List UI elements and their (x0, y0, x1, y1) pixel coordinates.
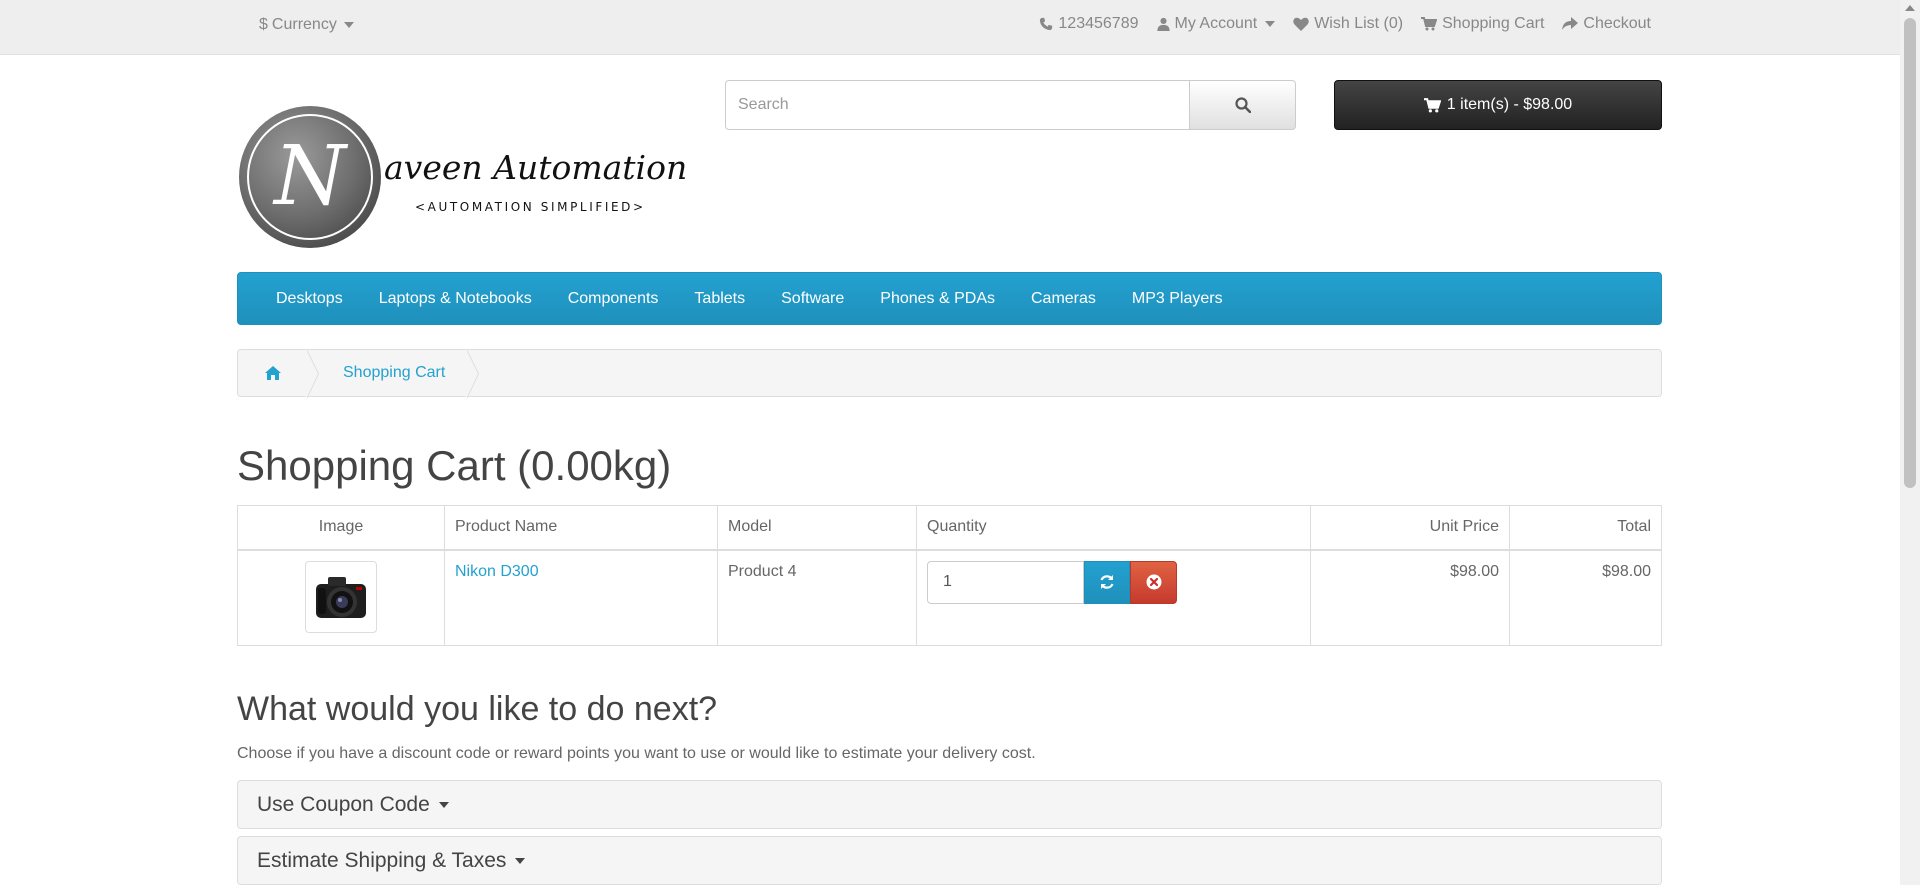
column-header-image: Image (237, 505, 445, 551)
coupon-panel-toggle[interactable]: Use Coupon Code (237, 780, 1662, 829)
menu-item-mp3-players[interactable]: MP3 Players (1114, 290, 1241, 308)
share-icon (1562, 17, 1579, 30)
phone-number: 123456789 (1058, 15, 1139, 32)
coupon-panel-label: Use Coupon Code (257, 792, 430, 816)
logo-tagline: <AUTOMATION SIMPLIFIED> (415, 200, 646, 214)
wishlist-link[interactable]: Wish List (0) (1293, 15, 1403, 33)
product-unit-price: $98.00 (1310, 549, 1510, 646)
chevron-down-icon (343, 22, 354, 28)
main-menu: Desktops Laptops & Notebooks Components … (237, 272, 1662, 325)
checkout-label: Checkout (1583, 15, 1651, 32)
menu-item-desktops[interactable]: Desktops (258, 290, 361, 308)
menu-item-software[interactable]: Software (763, 290, 862, 308)
close-circle-icon (1146, 574, 1161, 590)
quantity-group (927, 560, 1300, 604)
quantity-input[interactable] (927, 560, 1084, 604)
breadcrumb-home[interactable] (238, 349, 319, 399)
menu-item-phones[interactable]: Phones & PDAs (862, 290, 1013, 308)
shopping-cart-label: Shopping Cart (1442, 15, 1545, 32)
cart-total-label: 1 item(s) - $98.00 (1446, 96, 1573, 113)
cart-table: Image Product Name Model Quantity Unit P… (237, 505, 1662, 646)
camera-icon (316, 576, 366, 618)
breadcrumb: Shopping Cart (237, 349, 1662, 399)
my-account-dropdown[interactable]: My Account (1156, 15, 1276, 33)
next-steps-intro: Choose if you have a discount code or re… (237, 745, 1036, 762)
caret-down-icon (515, 857, 526, 864)
site-logo[interactable]: N aveen Automation Labs <AUTOMATION SIMP… (237, 103, 777, 251)
column-header-unit-price: Unit Price (1310, 505, 1510, 551)
product-thumbnail[interactable] (305, 560, 377, 633)
product-total: $98.00 (1509, 549, 1662, 646)
currency-symbol: $ (259, 16, 268, 33)
search-button[interactable] (1190, 80, 1296, 130)
scroll-up-icon[interactable] (1905, 5, 1915, 11)
breadcrumb-shopping-cart[interactable]: Shopping Cart (307, 349, 480, 399)
column-header-quantity: Quantity (916, 505, 1311, 551)
column-header-model: Model (717, 505, 917, 551)
menu-item-laptops[interactable]: Laptops & Notebooks (361, 290, 550, 308)
logo-initial: N (272, 129, 349, 224)
table-row: Nikon D300 Product 4 $98.00 $98.00 (237, 549, 1662, 646)
refresh-icon (1100, 575, 1114, 589)
page-title: Shopping Cart (0.00kg) (237, 442, 672, 489)
currency-label: Currency (271, 16, 337, 33)
search-input[interactable] (725, 80, 1190, 130)
shopping-cart-link[interactable]: Shopping Cart (1421, 15, 1544, 33)
product-name-link[interactable]: Nikon D300 (455, 563, 539, 580)
vertical-scrollbar[interactable] (1900, 0, 1920, 885)
home-icon (264, 366, 281, 380)
next-steps-title: What would you like to do next? (237, 690, 718, 728)
chevron-down-icon (1265, 21, 1276, 27)
user-icon (1156, 17, 1170, 31)
menu-item-tablets[interactable]: Tablets (676, 290, 763, 308)
search-icon (1234, 97, 1251, 113)
phone-link[interactable]: 123456789 (1039, 15, 1139, 33)
wishlist-label: Wish List (0) (1314, 15, 1404, 32)
top-bar: $ Currency 123456789 My Account Wish Lis… (0, 0, 1900, 55)
shipping-panel-toggle[interactable]: Estimate Shipping & Taxes (237, 836, 1662, 885)
currency-dropdown[interactable]: $ Currency (259, 16, 354, 34)
cart-total-button[interactable]: 1 item(s) - $98.00 (1334, 80, 1662, 130)
logo-text: aveen Automation Labs (384, 148, 687, 187)
my-account-label: My Account (1174, 15, 1258, 32)
remove-button[interactable] (1130, 560, 1177, 604)
cart-icon (1423, 97, 1441, 112)
scrollbar-thumb[interactable] (1904, 18, 1916, 488)
shipping-panel-label: Estimate Shipping & Taxes (257, 848, 507, 872)
menu-item-components[interactable]: Components (550, 290, 677, 308)
search-bar (725, 80, 1296, 130)
checkout-link[interactable]: Checkout (1562, 15, 1651, 33)
cart-icon (1421, 17, 1438, 31)
menu-item-cameras[interactable]: Cameras (1013, 290, 1114, 308)
column-header-product-name: Product Name (444, 505, 718, 551)
column-header-total: Total (1509, 505, 1662, 551)
heart-icon (1293, 17, 1309, 31)
update-button[interactable] (1084, 560, 1130, 604)
product-model: Product 4 (717, 549, 917, 646)
caret-down-icon (438, 801, 449, 808)
phone-icon (1040, 17, 1053, 31)
